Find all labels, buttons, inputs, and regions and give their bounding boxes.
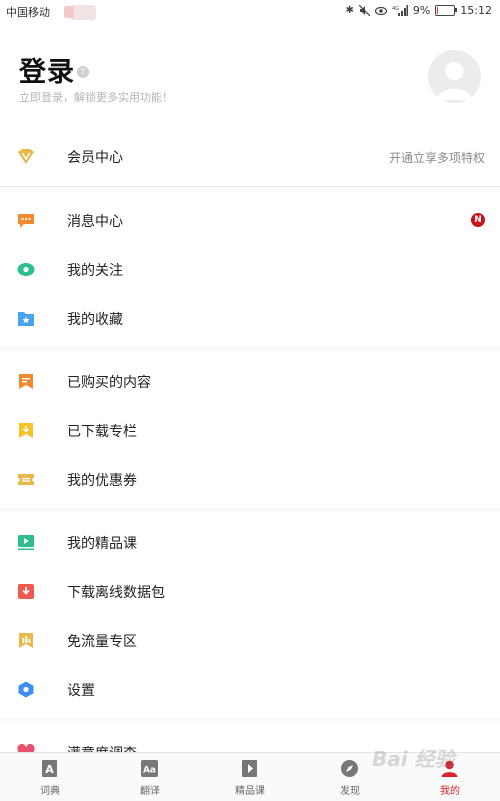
menu-label: 设置 [67, 683, 95, 699]
tab-discover[interactable]: 发现 [300, 753, 400, 801]
menu-label: 我的关注 [67, 263, 123, 279]
menu-label: 免流量专区 [67, 634, 137, 650]
bluetooth-icon: ✱ [345, 5, 354, 16]
tab-label: 发现 [340, 786, 360, 797]
menu-label: 下载离线数据包 [67, 585, 165, 601]
vip-diamond-icon [18, 149, 34, 164]
battery-percent: 9% [412, 4, 431, 17]
blurred-area [64, 6, 74, 18]
vip-promo-text: 开通立享多项特权 [388, 151, 485, 165]
section-divider [0, 508, 500, 514]
tab-dictionary[interactable]: A 词典 [0, 753, 100, 801]
eye-icon [17, 263, 35, 276]
download-bookmark-icon [19, 423, 33, 438]
profile-icon [441, 760, 458, 777]
login-title[interactable]: 登录 [19, 50, 75, 89]
menu-item-my-courses[interactable]: 我的精品课 [0, 518, 500, 566]
status-bar: 中国移动 ✱ 4G 9% 15:12 [0, 0, 500, 24]
video-course-icon [18, 535, 34, 550]
data-free-icon [19, 633, 33, 648]
menu-item-messages[interactable]: 消息中心 N [0, 196, 500, 244]
carrier-name: 中国移动 [6, 6, 50, 19]
eye-comfort-icon [374, 6, 387, 15]
clock: 15:12 [460, 4, 492, 17]
mute-icon [358, 5, 370, 16]
menu-item-favorites[interactable]: 我的收藏 [0, 294, 500, 342]
menu-label: 我的收藏 [67, 312, 123, 328]
menu-item-vip-center[interactable]: 会员中心 开通立享多项特权 [0, 132, 500, 180]
message-bubble-icon [18, 214, 34, 228]
menu-label: 已购买的内容 [67, 375, 151, 391]
signal-icon: 4G [392, 5, 408, 16]
svg-text:A: A [45, 763, 54, 776]
menu-item-downloaded-columns[interactable]: 已下载专栏 [0, 406, 500, 454]
vip-level-badge: Y [77, 66, 89, 78]
battery-icon [435, 5, 458, 16]
menu-label: 消息中心 [67, 214, 123, 230]
bottom-tab-bar: A 词典 Aa 翻译 精品课 发现 我的 [0, 752, 500, 801]
download-package-icon [18, 584, 34, 599]
menu-item-following[interactable]: 我的关注 [0, 245, 500, 293]
bookmark-icon [19, 374, 33, 389]
svg-text:4G: 4G [392, 6, 399, 12]
default-avatar-icon [437, 62, 472, 100]
status-icons: ✱ 4G 9% 15:12 [345, 4, 492, 17]
tab-translate[interactable]: Aa 翻译 [100, 753, 200, 801]
course-icon [242, 760, 257, 777]
tab-courses[interactable]: 精品课 [200, 753, 300, 801]
menu-item-offline-package[interactable]: 下载离线数据包 [0, 567, 500, 615]
menu-item-data-free-zone[interactable]: 免流量专区 [0, 616, 500, 664]
menu-label: 已下载专栏 [67, 424, 137, 440]
menu-label: 会员中心 [67, 150, 123, 166]
menu-label: 我的优惠券 [67, 473, 137, 489]
menu-item-settings[interactable]: 设置 [0, 665, 500, 713]
tab-label: 我的 [440, 786, 460, 797]
compass-icon [341, 760, 358, 777]
avatar[interactable] [428, 50, 481, 103]
new-notification-badge: N [471, 213, 485, 227]
section-divider [0, 347, 500, 353]
dictionary-icon: A [42, 760, 57, 777]
section-divider [0, 718, 500, 724]
menu-item-purchased[interactable]: 已购买的内容 [0, 357, 500, 405]
tab-label: 翻译 [140, 786, 160, 797]
star-folder-icon [18, 312, 34, 326]
svg-text:Aa: Aa [143, 766, 156, 776]
settings-hexagon-icon [18, 681, 34, 698]
translate-icon: Aa [141, 760, 158, 777]
tab-label: 精品课 [235, 786, 265, 797]
tab-me[interactable]: 我的 [400, 753, 500, 801]
divider [0, 186, 500, 187]
menu-label: 我的精品课 [67, 536, 137, 552]
coupon-icon [18, 474, 34, 485]
login-subtitle[interactable]: 立即登录，解锁更多实用功能！ [19, 89, 173, 105]
tab-label: 词典 [40, 786, 60, 797]
menu-item-coupons[interactable]: 我的优惠券 [0, 455, 500, 503]
